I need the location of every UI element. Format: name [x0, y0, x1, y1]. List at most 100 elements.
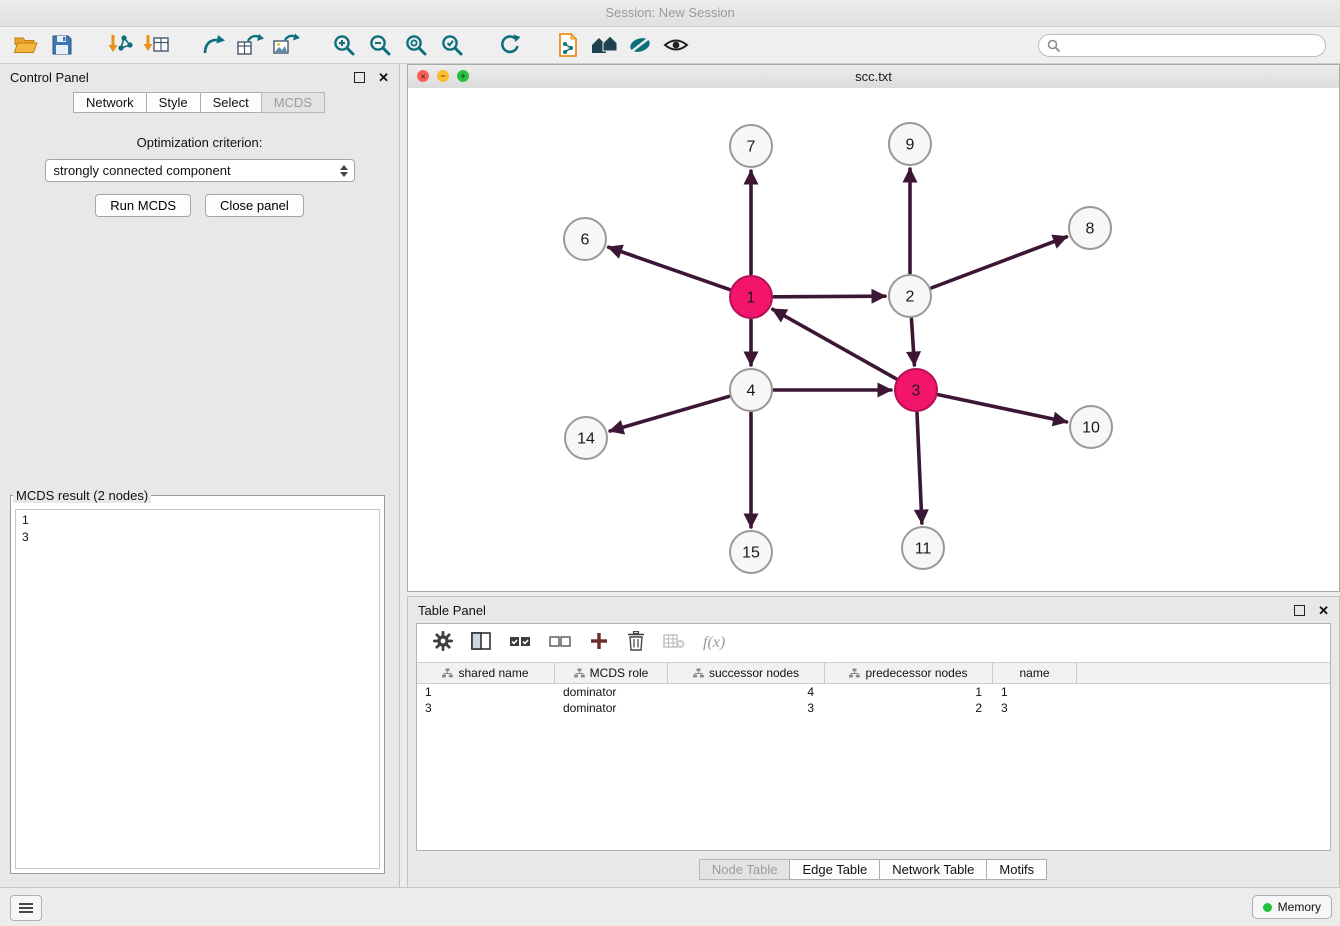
import-network-button[interactable] [104, 30, 136, 60]
edge-3-11[interactable] [917, 413, 922, 523]
import-table-icon [143, 33, 169, 57]
edge-3-1[interactable] [773, 309, 896, 378]
zoom-window-icon[interactable] [457, 70, 469, 82]
node-6[interactable]: 6 [564, 218, 606, 260]
svg-text:7: 7 [747, 139, 756, 156]
table-panel-header: Table Panel [408, 597, 1339, 623]
mcds-result-item[interactable]: 3 [22, 529, 373, 546]
edge-4-14[interactable] [610, 396, 729, 431]
copy-network-icon [556, 32, 580, 58]
table-row[interactable]: 3 dominator 3 2 3 [417, 700, 1330, 716]
node-9[interactable]: 9 [889, 123, 931, 165]
first-neighbors-icon [589, 33, 619, 57]
new-network-button[interactable] [198, 30, 230, 60]
show-columns-button[interactable] [471, 632, 491, 655]
edge-2-3[interactable] [911, 319, 914, 365]
close-panel-button[interactable]: Close panel [205, 194, 304, 217]
open-session-button[interactable] [10, 30, 42, 60]
delete-column-button[interactable] [627, 631, 645, 656]
run-mcds-button[interactable]: Run MCDS [95, 194, 191, 217]
column-header-name[interactable]: name [993, 663, 1077, 683]
function-builder-button[interactable]: f(x) [703, 634, 725, 652]
import-network-icon [107, 33, 133, 57]
zoom-out-button[interactable] [364, 30, 396, 60]
network-canvas[interactable]: 7 9 6 8 1 2 4 3 14 10 15 11 [408, 88, 1339, 591]
window-titlebar: Session: New Session [0, 0, 1340, 27]
memory-button[interactable]: Memory [1252, 895, 1332, 919]
close-window-icon[interactable] [417, 70, 429, 82]
add-column-button[interactable] [589, 631, 609, 656]
node-8[interactable]: 8 [1069, 207, 1111, 249]
tab-network-table[interactable]: Network Table [879, 859, 987, 880]
show-hide-button[interactable] [660, 30, 692, 60]
status-menu-button[interactable] [10, 895, 42, 921]
style-slash-button[interactable] [624, 30, 656, 60]
column-header-mcds-role[interactable]: MCDS role [555, 663, 668, 683]
svg-text:15: 15 [742, 545, 760, 562]
network-window-title: scc.txt [855, 69, 892, 84]
mcds-result-item[interactable]: 1 [22, 512, 373, 529]
tab-mcds[interactable]: MCDS [261, 92, 325, 113]
column-header-successor-nodes[interactable]: successor nodes [668, 663, 825, 683]
control-panel-header: Control Panel [0, 64, 399, 90]
refresh-layout-button[interactable] [494, 30, 526, 60]
first-neighbors-button[interactable] [588, 30, 620, 60]
sort-icon [442, 668, 453, 678]
show-hide-icon [663, 35, 689, 55]
node-2[interactable]: 2 [889, 275, 931, 317]
edge-2-8[interactable] [932, 237, 1067, 288]
close-panel-icon[interactable] [378, 71, 389, 84]
node-10[interactable]: 10 [1070, 406, 1112, 448]
tab-motifs[interactable]: Motifs [986, 859, 1047, 880]
gear-icon [433, 631, 453, 651]
control-panel: Control Panel Network Style Select MCDS … [0, 64, 400, 888]
dropdown-stepper-icon [340, 165, 348, 177]
new-table-button[interactable] [234, 30, 266, 60]
edge-3-10[interactable] [939, 395, 1067, 422]
search-input[interactable] [1038, 34, 1326, 57]
deselect-all-button[interactable] [549, 634, 571, 653]
column-header-shared-name[interactable]: shared name [417, 663, 555, 683]
control-panel-title: Control Panel [10, 70, 89, 85]
float-table-panel-icon[interactable] [1294, 605, 1305, 616]
table-row[interactable]: 1 dominator 4 1 1 [417, 684, 1330, 700]
edge-1-6[interactable] [609, 247, 730, 289]
svg-text:10: 10 [1082, 420, 1100, 437]
node-4[interactable]: 4 [730, 369, 772, 411]
tab-style[interactable]: Style [146, 92, 201, 113]
tab-edge-table[interactable]: Edge Table [789, 859, 880, 880]
close-table-panel-icon[interactable] [1318, 604, 1329, 617]
svg-text:8: 8 [1086, 221, 1095, 238]
column-header-predecessor-nodes[interactable]: predecessor nodes [825, 663, 993, 683]
criterion-dropdown[interactable]: strongly connected component [45, 159, 355, 182]
save-session-button[interactable] [46, 30, 78, 60]
columns-icon [471, 632, 491, 650]
network-graph-svg[interactable]: 7 9 6 8 1 2 4 3 14 10 15 11 [408, 88, 1339, 591]
open-session-icon [13, 34, 39, 56]
zoom-out-icon [368, 33, 392, 57]
zoom-fit-button[interactable] [400, 30, 432, 60]
tab-select[interactable]: Select [200, 92, 262, 113]
delete-table-button[interactable] [663, 633, 685, 654]
zoom-in-button[interactable] [328, 30, 360, 60]
copy-network-button[interactable] [552, 30, 584, 60]
select-all-button[interactable] [509, 634, 531, 653]
node-11[interactable]: 11 [902, 527, 944, 569]
tab-node-table[interactable]: Node Table [699, 859, 791, 880]
table-toolbar: f(x) [417, 624, 1330, 662]
node-1[interactable]: 1 [730, 276, 772, 318]
table-settings-button[interactable] [433, 631, 453, 656]
import-table-button[interactable] [140, 30, 172, 60]
mcds-result-list[interactable]: 1 3 [15, 509, 380, 869]
node-14[interactable]: 14 [565, 417, 607, 459]
float-panel-icon[interactable] [354, 72, 365, 83]
node-3[interactable]: 3 [895, 369, 937, 411]
edge-1-2[interactable] [774, 296, 885, 297]
node-15[interactable]: 15 [730, 531, 772, 573]
svg-text:11: 11 [915, 541, 932, 558]
node-7[interactable]: 7 [730, 125, 772, 167]
zoom-selected-button[interactable] [436, 30, 468, 60]
tab-network[interactable]: Network [73, 92, 147, 113]
export-image-button[interactable] [270, 30, 302, 60]
minimize-window-icon[interactable] [437, 70, 449, 82]
